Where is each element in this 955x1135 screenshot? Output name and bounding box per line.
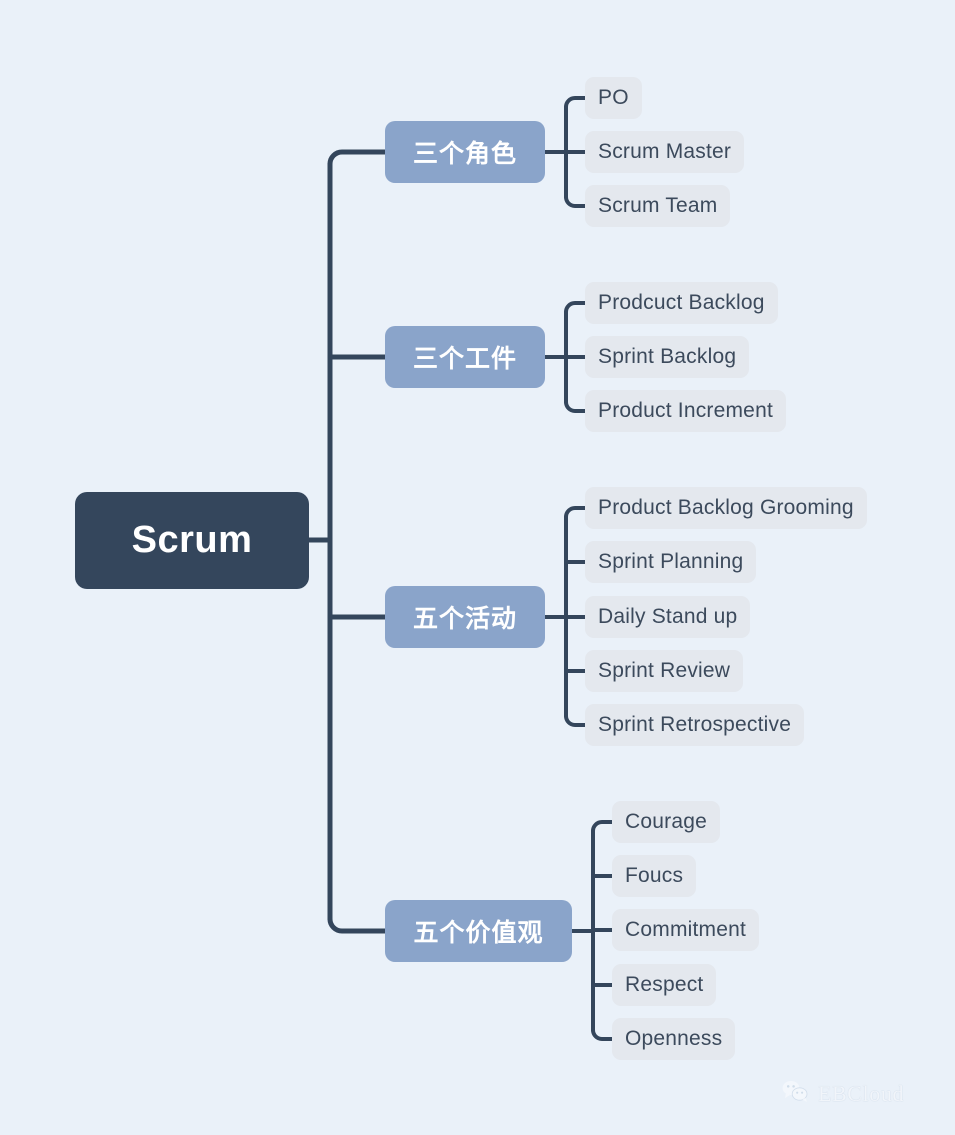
edge-branch-4 (327, 916, 388, 934)
watermark: EBCloud (782, 1080, 904, 1108)
leaf-node-4-2[interactable]: Foucs (612, 855, 697, 897)
leaf-node-1-3[interactable]: Scrum Team (585, 185, 731, 227)
mindmap-canvas: Scrum 三个角色 PO Scrum Master Scrum Team 三个工件 Pr… (0, 0, 955, 1135)
edge-leaf-4-5 (591, 1028, 614, 1041)
leaf-node-3-5[interactable]: Sprint Retrospective (585, 704, 805, 746)
edge-leaf-3-5 (564, 714, 587, 727)
edge-branch-1 (327, 149, 388, 167)
edge-leaf-2-3 (564, 400, 587, 413)
edge-leaf-1-1 (564, 96, 587, 109)
leaf-node-4-1[interactable]: Courage (612, 801, 720, 843)
branch-node-1[interactable]: 三个角色 (385, 121, 545, 183)
leaf-node-4-4[interactable]: Respect (612, 964, 717, 1006)
wechat-icon (782, 1080, 809, 1108)
edge-leaf-2-1 (564, 301, 587, 314)
root-node-scrum[interactable]: Scrum (75, 492, 309, 589)
edge-leaf-1-3 (564, 195, 587, 208)
edge-leaf-4-1 (591, 820, 614, 833)
leaf-node-4-3[interactable]: Commitment (612, 909, 760, 951)
leaf-node-3-2[interactable]: Sprint Planning (585, 541, 757, 583)
branch-node-3[interactable]: 五个活动 (385, 586, 545, 648)
leaf-node-2-1[interactable]: Prodcuct Backlog (585, 282, 778, 324)
leaf-node-3-1[interactable]: Product Backlog Grooming (585, 487, 867, 529)
leaf-node-4-5[interactable]: Openness (612, 1018, 736, 1060)
leaf-node-3-4[interactable]: Sprint Review (585, 650, 744, 692)
watermark-label: EBCloud (818, 1081, 905, 1106)
leaf-node-2-3[interactable]: Product Increment (585, 390, 786, 432)
leaf-node-2-2[interactable]: Sprint Backlog (585, 336, 750, 378)
leaf-node-1-2[interactable]: Scrum Master (585, 131, 745, 173)
branch-node-2[interactable]: 三个工件 (385, 326, 545, 388)
leaf-node-1-1[interactable]: PO (585, 77, 642, 119)
leaf-node-3-3[interactable]: Daily Stand up (585, 596, 751, 638)
edge-leaf-3-1 (564, 506, 587, 519)
branch-node-4[interactable]: 五个价值观 (385, 900, 572, 962)
